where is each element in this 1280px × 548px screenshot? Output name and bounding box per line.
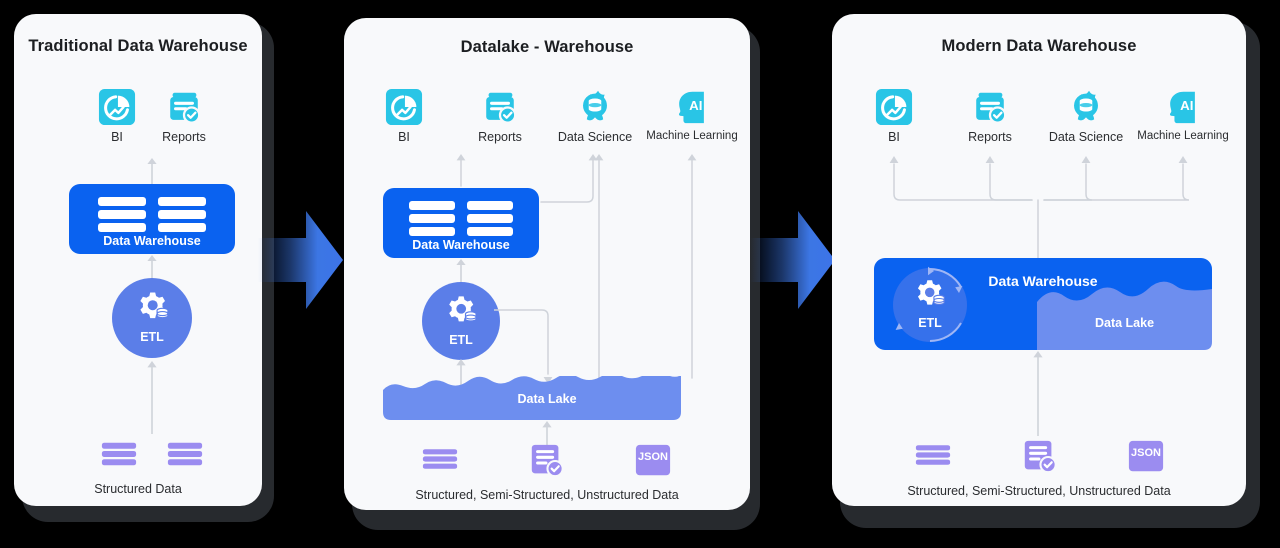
connector-etl-to-lake <box>494 300 564 386</box>
data-science-flower-icon <box>576 88 614 126</box>
json-label: JSON <box>638 451 668 463</box>
data-lake-region[interactable]: Data Lake <box>1037 280 1212 350</box>
semi-structured-doc-icon <box>1021 438 1059 476</box>
sources-group: JSON Structured, Semi-Structured, Unstru… <box>344 442 750 506</box>
structured-bars-icon <box>914 441 952 469</box>
consumer-label-machine-learning: Machine Learning <box>646 130 738 142</box>
consumer-label-reports: Reports <box>162 130 206 144</box>
json-box-icon[interactable]: JSON <box>634 442 672 480</box>
bi-chart-icon <box>875 88 913 126</box>
consumer-bi[interactable]: BI <box>82 88 152 150</box>
consumer-reports[interactable]: Reports <box>149 88 219 150</box>
consumer-machine-learning[interactable]: Machine Learning <box>1137 88 1229 150</box>
consumer-label-bi: BI <box>888 130 900 144</box>
consumer-machine-learning[interactable]: Machine Learning <box>646 88 738 150</box>
consumer-label-data-science: Data Science <box>557 130 633 144</box>
connector-sources-to-warehouse <box>1024 350 1052 436</box>
consumer-data-science[interactable]: Data Science <box>1048 88 1124 150</box>
etl-node[interactable]: ETL <box>422 282 500 360</box>
data-lake-label: Data Lake <box>1094 316 1155 330</box>
data-warehouse-block[interactable]: Data Lake Data Warehouse ETL <box>874 258 1212 350</box>
consumer-data-science[interactable]: Data Science <box>557 88 633 150</box>
reports-document-icon <box>165 88 203 126</box>
json-label: JSON <box>1131 447 1161 459</box>
etl-node[interactable]: ETL <box>112 278 192 358</box>
connector-warehouse-to-consumers <box>832 150 1246 260</box>
gear-database-icon <box>440 291 483 334</box>
connector-network-datalake <box>344 146 750 386</box>
semi-structured-doc-icon <box>528 442 566 480</box>
panel-title-modern: Modern Data Warehouse <box>941 37 1137 55</box>
sources-group: Structured Data <box>14 438 262 502</box>
panel-traditional[interactable]: Traditional Data Warehouse BI Reports Da… <box>14 14 262 506</box>
etl-label: ETL <box>918 316 942 330</box>
data-lake-label: Data Lake <box>517 392 577 406</box>
right-chevron-arrow-icon <box>750 205 835 315</box>
panel-datalake-warehouse[interactable]: Datalake - Warehouse BI Reports Data Sci… <box>344 18 750 510</box>
etl-node[interactable]: ETL <box>891 266 969 344</box>
structured-bars-icon <box>421 445 459 473</box>
right-chevron-arrow-icon <box>258 205 343 315</box>
panel-title-datalake: Datalake - Warehouse <box>460 38 634 56</box>
consumer-label-bi: BI <box>111 130 123 144</box>
data-warehouse-block[interactable]: Data Warehouse <box>69 184 235 254</box>
sources-caption: Structured Data <box>94 482 182 496</box>
structured-bars-icon <box>100 438 138 470</box>
panel-modern[interactable]: Modern Data Warehouse BI Reports Data Sc… <box>832 14 1246 506</box>
gear-database-icon <box>131 287 175 331</box>
data-lake-block[interactable]: Data Lake <box>383 376 711 420</box>
consumer-label-reports: Reports <box>968 130 1012 144</box>
reports-document-icon <box>971 88 1009 126</box>
data-warehouse-block[interactable]: Data Warehouse <box>383 188 539 258</box>
consumer-label-bi: BI <box>398 130 410 144</box>
consumer-reports[interactable]: Reports <box>464 88 536 150</box>
consumer-label-machine-learning: Machine Learning <box>1137 130 1229 142</box>
etl-label: ETL <box>140 330 164 344</box>
bi-chart-icon <box>98 88 136 126</box>
bi-chart-icon <box>385 88 423 126</box>
sources-caption: Structured, Semi-Structured, Unstructure… <box>415 488 679 502</box>
data-warehouse-label: Data Warehouse <box>103 234 201 248</box>
consumer-bi[interactable]: BI <box>858 88 930 150</box>
connector-warehouse-to-consumers <box>138 157 166 185</box>
etl-label: ETL <box>449 333 473 347</box>
sources-group: JSON Structured, Semi-Structured, Unstru… <box>832 438 1246 502</box>
consumer-label-reports: Reports <box>478 130 522 144</box>
ai-head-icon <box>1164 88 1202 126</box>
structured-bars-icon <box>166 438 204 470</box>
data-science-flower-icon <box>1067 88 1105 126</box>
consumer-reports[interactable]: Reports <box>954 88 1026 150</box>
json-box-icon[interactable]: JSON <box>1127 438 1165 476</box>
sources-caption: Structured, Semi-Structured, Unstructure… <box>907 484 1171 498</box>
gear-database-icon <box>909 275 951 317</box>
data-warehouse-label: Data Warehouse <box>412 238 510 252</box>
panel-title-traditional: Traditional Data Warehouse <box>28 37 248 55</box>
reports-document-icon <box>481 88 519 126</box>
diagram-canvas: AI <box>0 0 1280 548</box>
ai-head-icon <box>673 88 711 126</box>
consumer-label-data-science: Data Science <box>1048 130 1124 144</box>
consumer-bi[interactable]: BI <box>368 88 440 150</box>
connector-sources-to-etl <box>138 360 166 434</box>
